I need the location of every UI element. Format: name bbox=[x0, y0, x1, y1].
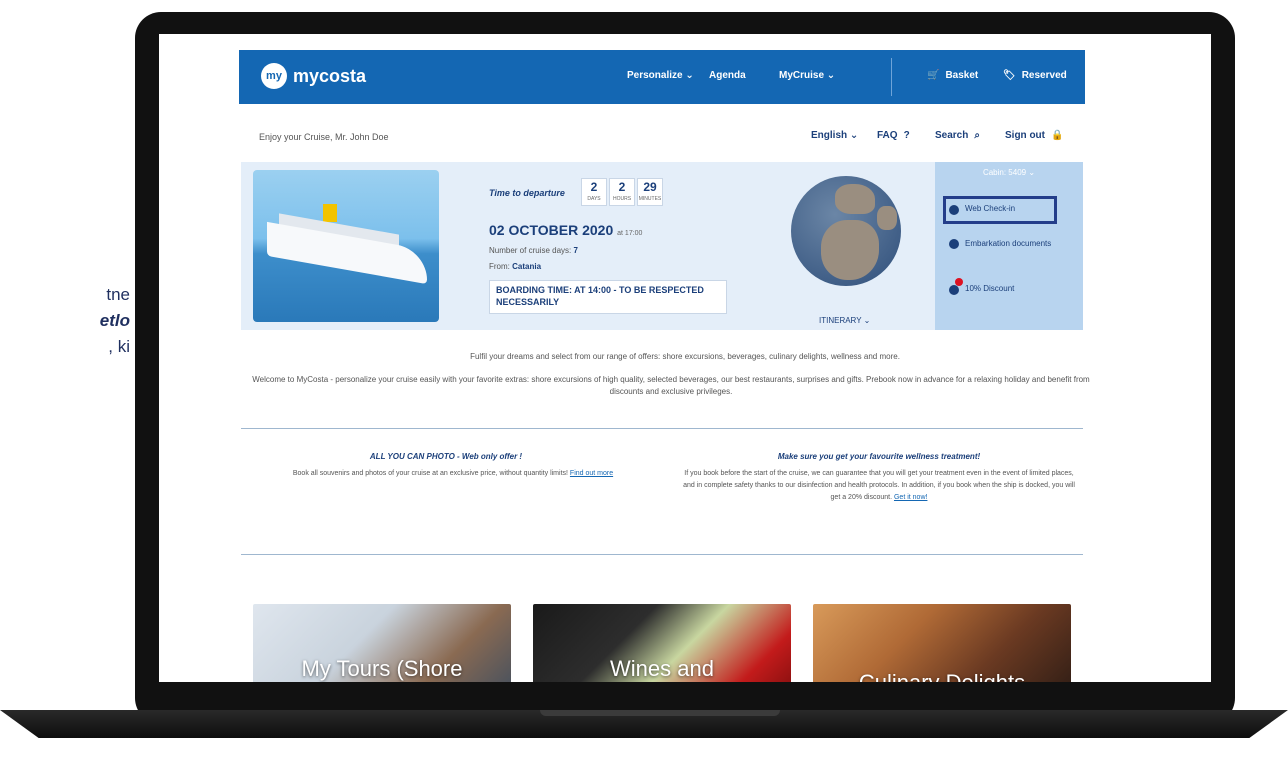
itinerary-toggle[interactable]: ITINERARY ⌄ bbox=[819, 316, 870, 325]
divider-bottom bbox=[241, 554, 1083, 555]
intro-tagline: Fulfil your dreams and select from our r… bbox=[470, 352, 900, 361]
logo-icon: my bbox=[261, 63, 287, 89]
nav-mycruise[interactable]: MyCruise ⌄ bbox=[779, 70, 835, 81]
boarding-time-notice: BOARDING TIME: AT 14:00 - TO BE RESPECTE… bbox=[489, 280, 727, 314]
departure-port-value: Catania bbox=[512, 262, 542, 271]
nav-divider bbox=[891, 58, 892, 96]
countdown-hours: 2 HOURS bbox=[609, 178, 635, 206]
slide-text-fragment: tne etlo , ki bbox=[0, 282, 130, 360]
nav-agenda[interactable]: Agenda bbox=[709, 70, 746, 81]
countdown-label: Time to departure bbox=[489, 188, 565, 198]
card-my-tours-title: My Tours (Shore bbox=[301, 656, 463, 681]
basket-button[interactable]: 🛒 Basket bbox=[927, 70, 978, 81]
promo-wellness-title: Make sure you get your favourite wellnes… bbox=[777, 452, 981, 461]
ship-funnel bbox=[323, 204, 337, 222]
tag-icon: 🏷 bbox=[1003, 70, 1016, 81]
search-label: Search bbox=[935, 130, 969, 141]
countdown-days-value: 2 bbox=[590, 180, 598, 194]
promo-wellness-text: If you book before the start of the crui… bbox=[679, 468, 1079, 504]
checkin-icon bbox=[949, 205, 959, 215]
find-out-more-link[interactable]: Find out more bbox=[570, 470, 613, 477]
signout-label: Sign out bbox=[1005, 130, 1045, 141]
europe-land bbox=[835, 184, 875, 214]
top-navbar: my mycosta Personalize ⌄ Agenda MyCruise… bbox=[239, 50, 1085, 104]
nav-personalize[interactable]: Personalize ⌄ bbox=[627, 70, 694, 81]
cabin-selector[interactable]: Cabin: 5409 ⌄ bbox=[935, 168, 1083, 177]
africa-land bbox=[821, 220, 879, 280]
itinerary-globe[interactable] bbox=[791, 176, 901, 286]
card-wines[interactable]: Wines and bbox=[533, 604, 791, 682]
intro-welcome: Welcome to MyCosta - personalize your cr… bbox=[252, 375, 1090, 396]
countdown-hours-unit: HOURS bbox=[612, 196, 632, 202]
faq-label: FAQ bbox=[877, 130, 898, 141]
get-it-now-link[interactable]: Get it now! bbox=[894, 494, 927, 501]
reserved-button[interactable]: 🏷 Reserved bbox=[1003, 70, 1067, 81]
cruise-days-value: 7 bbox=[573, 246, 578, 255]
language-selector[interactable]: English ⌄ bbox=[811, 130, 858, 141]
slide-text-line-3: , ki bbox=[108, 337, 130, 356]
mycosta-logo[interactable]: my mycosta bbox=[261, 63, 366, 89]
basket-label: Basket bbox=[945, 70, 979, 81]
discount-label: 10% Discount bbox=[965, 284, 1015, 293]
card-culinary[interactable]: Culinary Delights bbox=[813, 604, 1071, 682]
discount-tag-icon bbox=[949, 285, 959, 295]
cruise-days: Number of cruise days: 7 bbox=[489, 246, 578, 255]
card-wines-title: Wines and bbox=[610, 656, 714, 681]
card-my-tours[interactable]: My Tours (Shore bbox=[253, 604, 511, 682]
cruise-days-label: Number of cruise days: bbox=[489, 246, 572, 255]
question-icon: ? bbox=[903, 130, 910, 141]
card-culinary-title: Culinary Delights bbox=[813, 670, 1071, 682]
promo-photo-text: Book all souvenirs and photos of your cr… bbox=[253, 468, 653, 480]
promo-photo-title: ALL YOU CAN PHOTO - Web only offer ! bbox=[369, 452, 523, 461]
slide-text-line-1: tne bbox=[106, 285, 130, 304]
promo-wellness-body: If you book before the start of the crui… bbox=[683, 470, 1075, 501]
divider-top bbox=[241, 428, 1083, 429]
laptop-notch bbox=[540, 710, 780, 716]
logo-text: mycosta bbox=[293, 65, 367, 86]
departure-time: at 17:00 bbox=[617, 230, 643, 237]
reserved-label: Reserved bbox=[1021, 70, 1067, 81]
signout-link[interactable]: Sign out 🔒 bbox=[1005, 130, 1063, 141]
countdown-minutes: 29 MINUTES bbox=[637, 178, 663, 206]
countdown-hours-value: 2 bbox=[618, 180, 626, 194]
notification-badge bbox=[955, 278, 963, 286]
cruise-summary: Time to departure 2 DAYS 2 HOURS 29 MINU… bbox=[241, 162, 935, 330]
laptop-frame: my mycosta Personalize ⌄ Agenda MyCruise… bbox=[135, 12, 1235, 724]
web-checkin-link[interactable]: Web Check-in bbox=[949, 204, 1015, 215]
search-link[interactable]: Search ⌕ bbox=[935, 130, 980, 141]
departure-date: 02 OCTOBER 2020 at 17:00 bbox=[489, 222, 642, 238]
countdown-days: 2 DAYS bbox=[581, 178, 607, 206]
basket-icon: 🛒 bbox=[927, 70, 940, 81]
lock-icon: 🔒 bbox=[1051, 130, 1064, 141]
countdown-minutes-value: 29 bbox=[643, 180, 657, 194]
greeting-text: Enjoy your Cruise, Mr. John Doe bbox=[259, 132, 389, 142]
laptop-base bbox=[0, 700, 1288, 760]
embarkation-label: Embarkation documents bbox=[965, 239, 1052, 248]
ship-image bbox=[253, 170, 439, 322]
laptop-screen: my mycosta Personalize ⌄ Agenda MyCruise… bbox=[159, 34, 1211, 682]
arabia-land bbox=[877, 206, 897, 230]
slide-text-line-2: etlo bbox=[99, 311, 130, 330]
promo-photo-body: Book all souvenirs and photos of your cr… bbox=[292, 470, 568, 477]
faq-link[interactable]: FAQ? bbox=[877, 130, 910, 141]
embarkation-documents-link[interactable]: Embarkation documents bbox=[949, 238, 1069, 249]
departure-port-label: From: bbox=[489, 262, 510, 271]
search-icon: ⌕ bbox=[974, 130, 980, 141]
cabin-panel: Cabin: 5409 ⌄ Web Check-in Embarkation d… bbox=[935, 162, 1083, 330]
departure-date-value: 02 OCTOBER 2020 bbox=[489, 222, 614, 238]
countdown-minutes-unit: MINUTES bbox=[638, 196, 662, 202]
countdown-days-unit: DAYS bbox=[587, 196, 601, 202]
web-checkin-label: Web Check-in bbox=[965, 204, 1016, 213]
document-icon bbox=[949, 239, 959, 249]
departure-port: From: Catania bbox=[489, 262, 541, 271]
